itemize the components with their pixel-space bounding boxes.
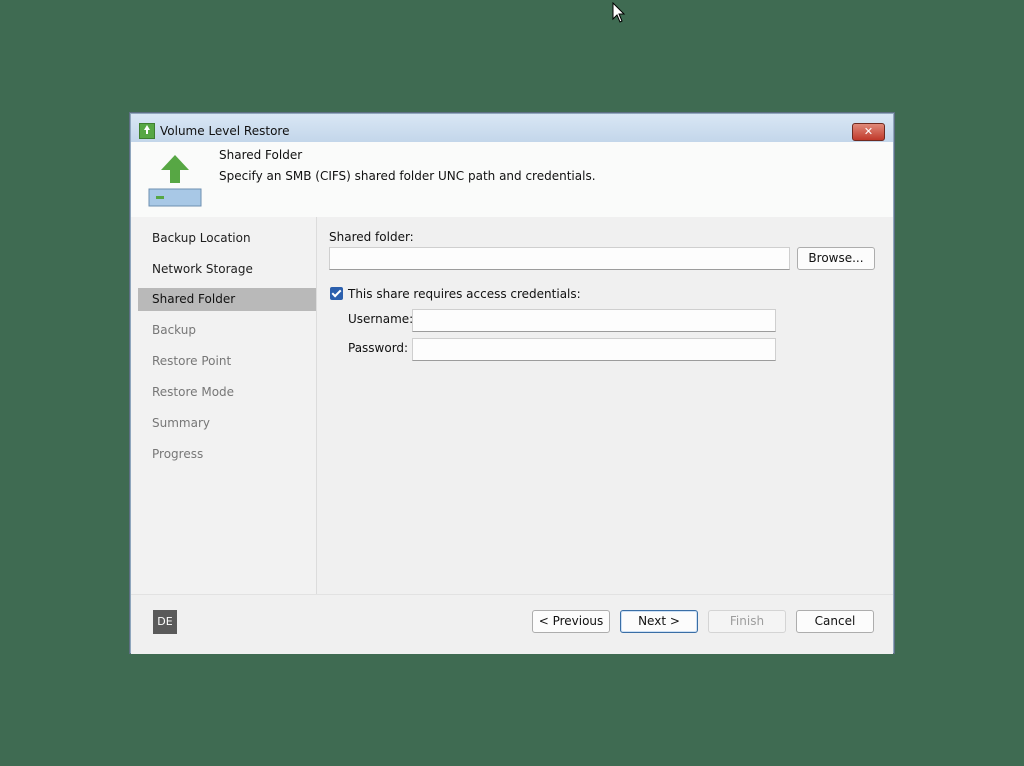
wizard-header: Shared Folder Specify an SMB (CIFS) shar… xyxy=(131,142,893,217)
title-bar[interactable]: Volume Level Restore ✕ xyxy=(131,114,893,142)
sidebar-item-backup: Backup xyxy=(152,323,196,337)
shared-folder-label: Shared folder: xyxy=(329,230,414,244)
sidebar-item-progress: Progress xyxy=(152,447,204,461)
sidebar-item-summary: Summary xyxy=(152,416,210,430)
mouse-cursor-icon xyxy=(612,2,626,23)
wizard-steps-sidebar: Backup Location Network Storage Shared F… xyxy=(131,217,317,594)
language-badge: DE xyxy=(153,610,177,634)
password-field[interactable] xyxy=(412,338,776,361)
cancel-button[interactable]: Cancel xyxy=(796,610,874,633)
close-button[interactable]: ✕ xyxy=(852,123,885,141)
previous-button[interactable]: < Previous xyxy=(532,610,610,633)
next-button[interactable]: Next > xyxy=(620,610,698,633)
app-restore-icon xyxy=(139,123,155,139)
browse-button[interactable]: Browse... xyxy=(797,247,875,270)
shared-folder-input[interactable] xyxy=(329,247,790,270)
finish-button: Finish xyxy=(708,610,786,633)
sidebar-item-restore-mode: Restore Mode xyxy=(152,385,235,399)
window-title: Volume Level Restore xyxy=(160,124,290,138)
wizard-footer: DE < Previous Next > Finish Cancel xyxy=(131,594,893,654)
password-label: Password: xyxy=(348,341,409,355)
sidebar-item-restore-point: Restore Point xyxy=(152,354,232,368)
sidebar-item-network-storage[interactable]: Network Storage xyxy=(138,258,316,281)
sidebar-item-backup-location[interactable]: Backup Location xyxy=(138,227,316,250)
sidebar-item-shared-folder[interactable]: Shared Folder xyxy=(138,288,316,311)
credentials-checkbox-label[interactable]: This share requires access credentials: xyxy=(348,287,581,301)
credentials-checkbox[interactable] xyxy=(330,287,343,300)
shared-folder-form: Shared folder: Browse... This share requ… xyxy=(317,217,893,594)
page-title: Shared Folder xyxy=(219,148,303,162)
username-label: Username: xyxy=(348,312,414,326)
page-description: Specify an SMB (CIFS) shared folder UNC … xyxy=(219,169,596,183)
username-field[interactable] xyxy=(412,309,776,332)
upload-restore-icon xyxy=(148,155,202,207)
volume-level-restore-dialog: Volume Level Restore ✕ Shared Folder Spe… xyxy=(129,112,895,654)
